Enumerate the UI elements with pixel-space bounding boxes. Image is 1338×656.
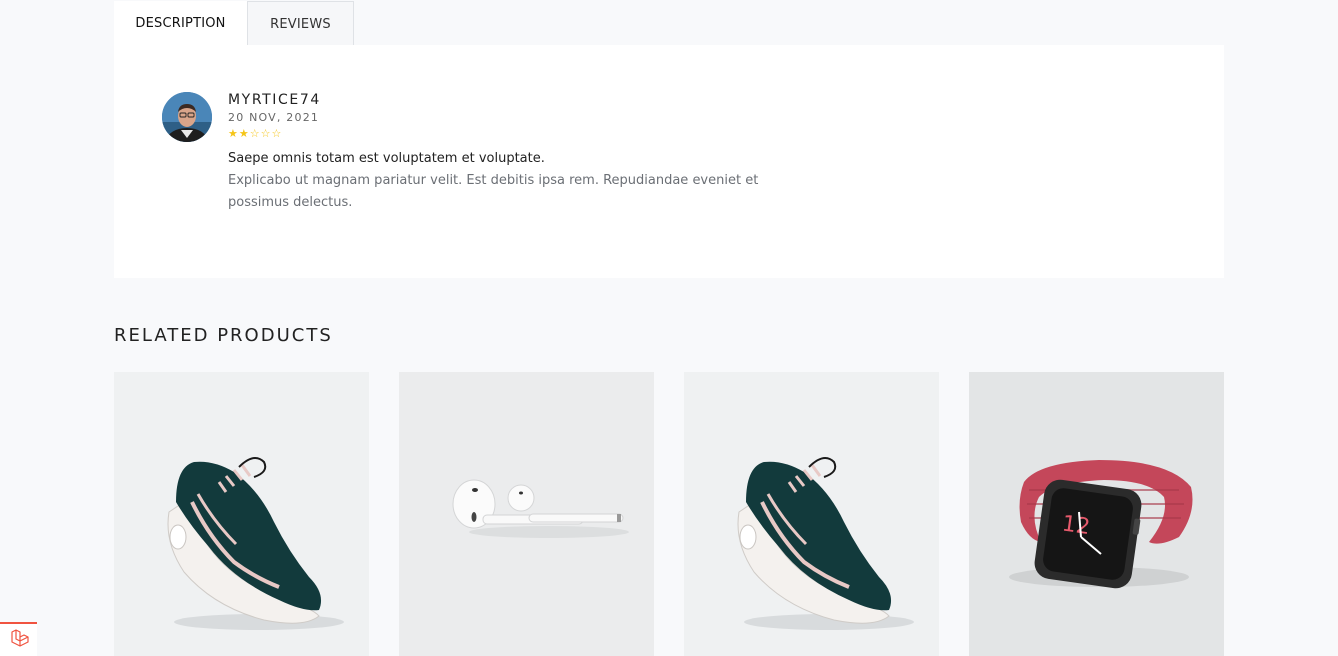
review-body: MYRTICE74 20 NOV, 2021 ★ ★ ☆ ☆ ☆ Saepe omnis…: [228, 91, 828, 214]
review-panel: MYRTICE74 20 NOV, 2021 ★ ★ ☆ ☆ ☆ Saepe omnis…: [114, 45, 1224, 278]
related-products-heading: RELATED PRODUCTS: [114, 325, 333, 346]
star-empty-icon: ☆: [271, 127, 282, 140]
tab-reviews[interactable]: REVIEWS: [247, 1, 354, 46]
star-filled-icon: ★: [238, 127, 249, 140]
tab-description[interactable]: DESCRIPTION: [114, 1, 247, 46]
related-products-list: 12: [114, 372, 1224, 656]
product-card-sneaker[interactable]: [684, 372, 939, 656]
product-card-smartwatch[interactable]: 12: [969, 372, 1224, 656]
star-empty-icon: ☆: [249, 127, 260, 140]
star-rating: ★ ★ ☆ ☆ ☆: [228, 128, 828, 140]
star-empty-icon: ☆: [260, 127, 271, 140]
laravel-logo-icon: [9, 628, 29, 652]
smartwatch-image: 12: [969, 372, 1224, 656]
product-card-sneaker[interactable]: [114, 372, 369, 656]
tab-reviews-label: REVIEWS: [270, 16, 331, 32]
tab-description-label: DESCRIPTION: [135, 16, 226, 31]
svg-text:12: 12: [1060, 511, 1091, 540]
review-title: Saepe omnis totam est voluptatem et volu…: [228, 151, 545, 166]
review-date: 20 NOV, 2021: [228, 111, 320, 124]
review-text: Explicabo ut magnam pariatur velit. Est …: [228, 173, 759, 210]
sneaker-image: [114, 372, 369, 656]
airpods-image: [399, 372, 654, 656]
product-tabs: DESCRIPTION REVIEWS: [114, 1, 354, 46]
star-filled-icon: ★: [228, 127, 238, 140]
sneaker-image: [684, 372, 939, 656]
reviewer-name: MYRTICE74: [228, 92, 321, 108]
avatar: [162, 92, 212, 142]
debugbar-toggle-button[interactable]: [0, 622, 37, 656]
product-card-airpods[interactable]: [399, 372, 654, 656]
product-page: DESCRIPTION REVIEWS MYRTICE74 20 NOV, 20…: [0, 0, 1338, 656]
